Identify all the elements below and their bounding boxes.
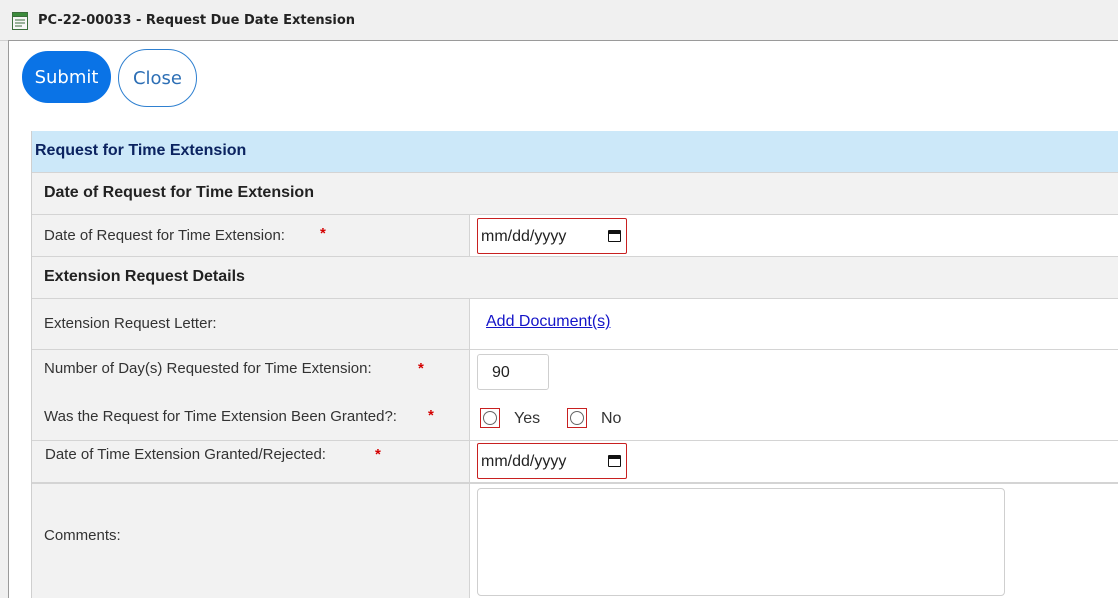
days-value: 90 <box>492 364 510 381</box>
comments-label: Comments: <box>44 527 121 544</box>
radio-yes[interactable] <box>480 408 500 428</box>
letter-label-cell: Extension Request Letter: <box>32 299 470 349</box>
date-granted-row: Date of Time Extension Granted/Rejected:… <box>32 441 1118 483</box>
required-marker: * <box>375 446 381 463</box>
close-button[interactable]: Close <box>118 49 197 107</box>
date-granted-label: Date of Time Extension Granted/Rejected: <box>45 446 326 463</box>
comments-row: Comments: <box>32 483 1118 598</box>
days-value-cell: 90 <box>470 350 1118 394</box>
date-request-label: Date of Request for Time Extension: <box>44 227 285 244</box>
date-request-value-cell: mm/dd/yyyy <box>470 215 1118 256</box>
days-input[interactable]: 90 <box>477 354 549 390</box>
letter-label: Extension Request Letter: <box>44 315 217 332</box>
form-window-icon <box>12 12 28 30</box>
date-granted-label-cell: Date of Time Extension Granted/Rejected:… <box>32 441 470 482</box>
comments-value-cell <box>470 484 1118 598</box>
days-label: Number of Day(s) Requested for Time Exte… <box>44 360 372 377</box>
comments-label-cell: Comments: <box>32 484 470 598</box>
time-extension-form: Request for Time Extension Date of Reque… <box>31 131 1118 598</box>
date-request-input[interactable]: mm/dd/yyyy <box>477 218 627 254</box>
date-request-row: Date of Request for Time Extension: * mm… <box>32 215 1118 257</box>
radio-yes-label: Yes <box>514 410 541 427</box>
add-documents-link[interactable]: Add Document(s) <box>486 313 611 331</box>
granted-value-cell: Yes No <box>470 394 1118 440</box>
section-date-request: Date of Request for Time Extension <box>32 173 1118 215</box>
form-header-row: Request for Time Extension <box>32 131 1118 173</box>
date-granted-input[interactable]: mm/dd/yyyy <box>477 443 627 479</box>
submit-button[interactable]: Submit <box>22 51 111 103</box>
days-row: Number of Day(s) Requested for Time Exte… <box>32 350 1118 394</box>
granted-label-cell: Was the Request for Time Extension Been … <box>32 394 470 440</box>
window-title: PC-22-00033 - Request Due Date Extension <box>38 13 356 28</box>
date-placeholder: mm/dd/yyyy <box>481 453 567 470</box>
required-marker: * <box>428 407 434 424</box>
letter-value-cell: Add Document(s) <box>470 299 1118 349</box>
letter-row: Extension Request Letter: Add Document(s… <box>32 299 1118 350</box>
section-title: Extension Request Details <box>44 268 245 285</box>
calendar-icon[interactable] <box>608 455 621 467</box>
granted-row: Was the Request for Time Extension Been … <box>32 394 1118 441</box>
days-label-cell: Number of Day(s) Requested for Time Exte… <box>32 350 470 394</box>
required-marker: * <box>418 360 424 377</box>
section-title: Date of Request for Time Extension <box>44 184 314 201</box>
window-titlebar: PC-22-00033 - Request Due Date Extension <box>0 0 1118 41</box>
date-granted-value-cell: mm/dd/yyyy <box>470 441 1118 482</box>
dialog-content: Submit Close Request for Time Extension … <box>8 40 1118 598</box>
required-marker: * <box>320 225 326 242</box>
radio-no[interactable] <box>567 408 587 428</box>
section-extension-details: Extension Request Details <box>32 257 1118 299</box>
calendar-icon[interactable] <box>608 230 621 242</box>
granted-label: Was the Request for Time Extension Been … <box>44 408 397 425</box>
radio-no-label: No <box>601 410 622 427</box>
comments-textarea[interactable] <box>477 488 1005 596</box>
date-placeholder: mm/dd/yyyy <box>481 228 567 245</box>
date-request-label-cell: Date of Request for Time Extension: * <box>32 215 470 256</box>
form-header-title: Request for Time Extension <box>35 142 247 159</box>
